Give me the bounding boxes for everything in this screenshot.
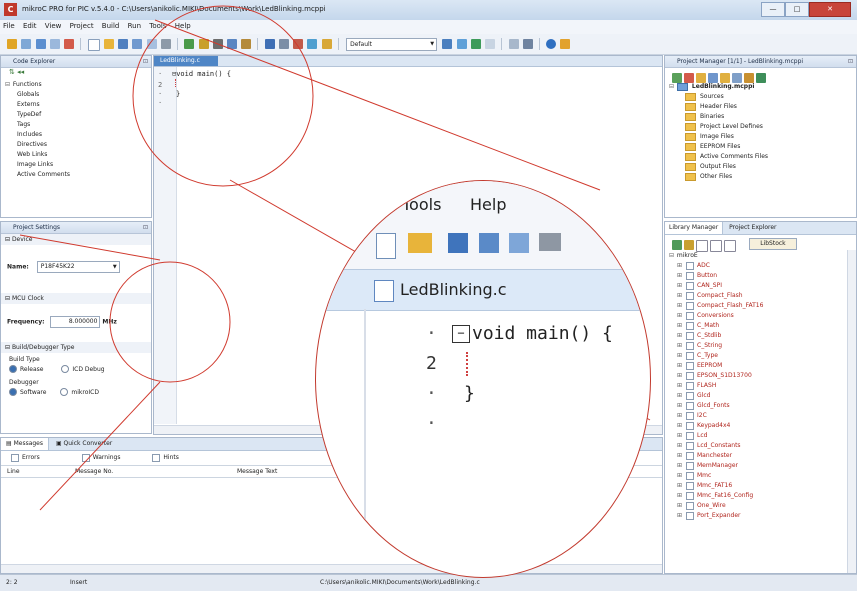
zoom-code-line: · <box>426 409 613 439</box>
zoom-line-number: · <box>426 323 437 344</box>
zoom-gutter-line <box>364 309 366 577</box>
save-all-icon <box>478 233 499 253</box>
zoom-code-area: · − void main() { 2 ·} · <box>426 319 613 439</box>
fold-icon: − <box>452 325 470 343</box>
print-preview-icon <box>508 233 529 253</box>
zoom-code-line: 2 <box>426 349 613 379</box>
zoom-line-number: · <box>426 413 437 434</box>
zoom-code-line: ·} <box>426 379 613 409</box>
zoom-code-text: } <box>464 383 475 404</box>
zoom-code-text: void main() { <box>472 323 613 344</box>
zoom-code-line: · − void main() { <box>426 319 613 349</box>
zoom-file-tab: LedBlinking.c <box>316 269 650 311</box>
zoom-line <box>39 381 161 511</box>
zoom-file-name: LedBlinking.c <box>400 280 507 299</box>
small-zoom-circle-settings <box>109 261 231 383</box>
file-icon <box>374 280 394 302</box>
zoom-menu-tools: Tools <box>402 195 442 214</box>
magnifier-circle: Tools Help 3 LedBlinking.c ·−void main()… <box>315 180 651 578</box>
save-icon <box>448 233 469 253</box>
new-file-icon <box>376 233 396 259</box>
zoom-line-number: · <box>426 383 437 404</box>
caret <box>466 352 469 376</box>
zoom-line-number: 2 <box>426 353 437 374</box>
print-icon <box>539 233 562 251</box>
zoom-toolbar-area: Tools Help 3 <box>316 181 650 305</box>
zoom-toolbar-icons <box>376 233 562 259</box>
small-zoom-circle-editor <box>132 5 314 187</box>
zoom-menu-help: Help <box>470 195 507 214</box>
zoom-line <box>19 234 161 261</box>
zoom-line <box>154 19 601 191</box>
open-file-icon <box>408 233 433 253</box>
